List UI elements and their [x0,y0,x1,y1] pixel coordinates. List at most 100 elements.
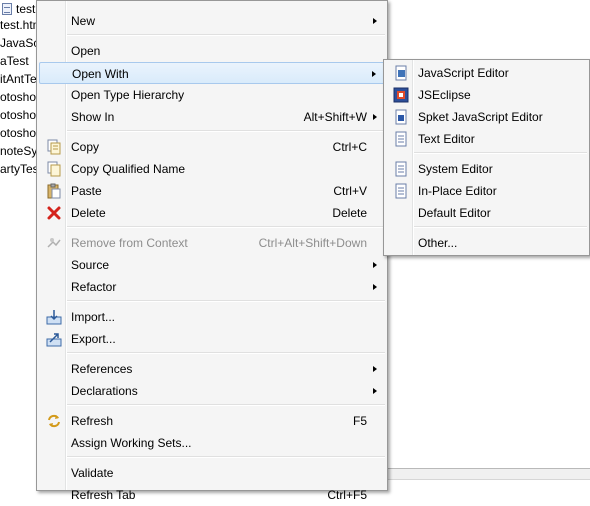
menu-item-import[interactable]: Import... [39,306,385,328]
menu-item-copy-qualified-name[interactable]: Copy Qualified Name [39,158,385,180]
menu-item-label: Text Editor [418,132,475,146]
tree-item-label: itAntTe [0,72,37,86]
bottom-panel-edge [386,468,590,493]
menu-separator [67,226,385,228]
menu-item-open[interactable]: Open [39,40,385,62]
menu-item-refresh[interactable]: Refresh F5 [39,410,385,432]
open-with-submenu: JavaScript Editor JSEclipse Spket JavaSc… [383,59,590,256]
menu-item-open-with[interactable]: Open With [39,62,385,84]
menu-item-label: Refresh Tab [71,488,136,502]
menu-item-label: In-Place Editor [418,184,497,198]
submenu-arrow-icon [373,114,377,120]
menu-item-export[interactable]: Export... [39,328,385,350]
menu-item-label: Paste [71,184,102,198]
menu-item-label: JavaScript Editor [418,66,509,80]
menu-item-source[interactable]: Source [39,254,385,276]
menu-item-assign-working-sets[interactable]: Assign Working Sets... [39,432,385,454]
import-icon [46,310,62,325]
text-file-icon [395,131,407,147]
js-file-icon [2,3,12,15]
submenu-arrow-icon [372,71,376,77]
menu-item-label: Other... [418,236,458,250]
submenu-item-spket-javascript-editor[interactable]: Spket JavaScript Editor [386,106,587,128]
submenu-item-javascript-editor[interactable]: JavaScript Editor [386,62,587,84]
menu-item-delete[interactable]: Delete Delete [39,202,385,224]
submenu-arrow-icon [373,262,377,268]
menu-item-refresh-tab[interactable]: Refresh Tab Ctrl+F5 [39,484,385,506]
menu-separator [67,456,385,458]
spket-icon [395,109,407,125]
menu-item-label: Open Type Hierarchy [71,88,185,102]
submenu-arrow-icon [373,18,377,24]
jseclipse-icon [393,87,409,103]
menu-item-validate[interactable]: Validate [39,462,385,484]
menu-item-label: Import... [71,310,116,324]
menu-item-shortcut: Ctrl+Alt+Shift+Down [258,236,367,250]
menu-separator [414,226,587,228]
menu-item-label: Show In [71,110,115,124]
menu-item-paste[interactable]: Paste Ctrl+V [39,180,385,202]
menu-item-open-type-hierarchy[interactable]: Open Type Hierarchy [39,84,385,106]
export-icon [46,333,62,347]
paste-icon [47,183,61,199]
menu-item-label: New [71,14,96,28]
menu-item-label: Assign Working Sets... [71,436,192,450]
menu-item-label: JSEclipse [418,88,471,102]
menu-item-shortcut: Ctrl+C [332,140,367,154]
submenu-arrow-icon [373,388,377,394]
menu-separator [414,152,587,154]
menu-separator [67,300,385,302]
submenu-item-other[interactable]: Other... [386,232,587,254]
context-menu: New Open Open With Open Type Hierarchy S… [36,0,388,502]
menu-item-remove-from-context[interactable]: Remove from Context Ctrl+Alt+Shift+Down [39,232,385,254]
submenu-item-system-editor[interactable]: System Editor [386,158,587,180]
refresh-icon [48,414,60,428]
menu-item-label: Open With [72,67,129,81]
tree-item-label: artyTes [0,162,39,176]
menu-item-label: Source [71,258,110,272]
menu-item-show-in[interactable]: Show In Alt+Shift+W [39,106,385,128]
submenu-item-jseclipse[interactable]: JSEclipse [386,84,587,106]
menu-item-copy[interactable]: Copy Ctrl+C [39,136,385,158]
menu-item-label: Remove from Context [71,236,188,250]
menu-item-label: System Editor [418,162,493,176]
menu-separator [67,352,385,354]
menu-item-shortcut: Delete [332,206,367,220]
submenu-arrow-icon [373,366,377,372]
submenu-item-text-editor[interactable]: Text Editor [386,128,587,150]
menu-item-new[interactable]: New [39,10,385,32]
menu-item-shortcut: Ctrl+V [333,184,367,198]
menu-item-label: Delete [71,206,106,220]
menu-item-label: Open [71,44,101,58]
menu-item-label: References [71,362,133,376]
submenu-item-default-editor[interactable]: Default Editor [386,202,587,224]
js-editor-icon [395,65,407,81]
menu-separator [67,130,385,132]
in-place-editor-icon [395,183,407,199]
menu-item-shortcut: Alt+Shift+W [303,110,367,124]
delete-icon [47,206,61,220]
menu-item-refactor[interactable]: Refactor [39,276,385,298]
menu-item-label: Copy [71,140,100,154]
copy-icon [47,139,61,155]
menu-item-label: Default Editor [418,206,491,220]
submenu-item-in-place-editor[interactable]: In-Place Editor [386,180,587,202]
menu-item-label: Export... [71,332,116,346]
menu-item-label: Refactor [71,280,117,294]
menu-item-label: Copy Qualified Name [71,162,186,176]
menu-item-references[interactable]: References [39,358,385,380]
tree-item-label: aTest [0,54,29,68]
menu-item-declarations[interactable]: Declarations [39,380,385,402]
menu-separator [67,404,385,406]
menu-item-label: Refresh [71,414,114,428]
submenu-arrow-icon [373,284,377,290]
menu-item-label: Validate [71,466,114,480]
menu-item-shortcut: Ctrl+F5 [327,488,367,502]
menu-item-label: Declarations [71,384,138,398]
copy-qualified-name-icon [47,161,61,177]
remove-context-icon [47,238,61,248]
menu-item-label: Spket JavaScript Editor [418,110,543,124]
menu-item-shortcut: F5 [352,414,367,428]
system-editor-icon [395,161,407,177]
menu-separator [67,34,385,36]
